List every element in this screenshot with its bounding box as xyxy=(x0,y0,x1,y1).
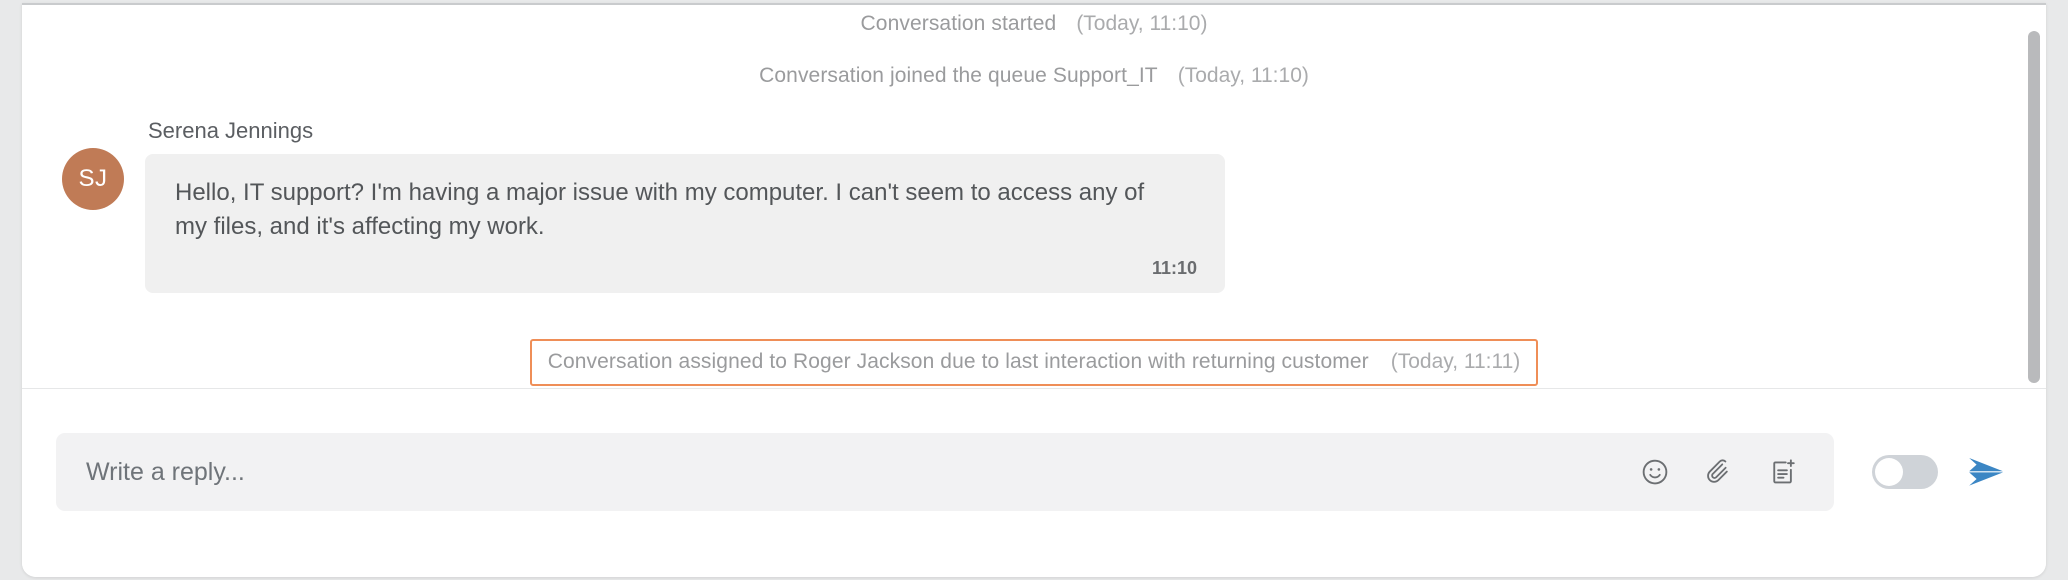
avatar: SJ xyxy=(62,148,124,210)
emoji-icon[interactable] xyxy=(1638,455,1672,489)
system-event-text: Conversation assigned to Roger Jackson d… xyxy=(547,350,1369,374)
message-content: Serena Jennings Hello, IT support? I'm h… xyxy=(145,118,1225,294)
composer-actions xyxy=(1834,452,2010,492)
reply-placeholder: Write a reply... xyxy=(86,457,245,486)
sender-name: Serena Jennings xyxy=(148,118,314,143)
composer: Write a reply... xyxy=(22,389,2046,577)
system-event-conversation-queued: Conversation joined the queue Support_IT… xyxy=(22,64,2046,88)
reply-input[interactable]: Write a reply... xyxy=(56,433,1834,511)
system-event-timestamp: (Today, 11:10) xyxy=(1076,12,1208,35)
message-bubble[interactable]: Hello, IT support? I'm having a major is… xyxy=(145,154,1225,294)
system-event-text: Conversation started xyxy=(860,12,1057,35)
message-row-inbound: SJ Serena Jennings Hello, IT support? I'… xyxy=(22,118,2046,294)
system-event-timestamp: (Today, 11:10) xyxy=(1177,64,1309,87)
note-mode-toggle[interactable] xyxy=(1872,455,1938,489)
paperclip-icon[interactable] xyxy=(1702,455,1736,489)
toggle-knob xyxy=(1875,458,1903,486)
system-event-text: Conversation joined the queue Support_IT xyxy=(759,64,1158,87)
message-list-scrollbar[interactable] xyxy=(2028,5,2040,388)
message-timestamp: 11:10 xyxy=(1151,258,1197,279)
template-add-icon[interactable] xyxy=(1766,455,1800,489)
message-text: Hello, IT support? I'm having a major is… xyxy=(175,179,1145,241)
message-list[interactable]: Conversation started (Today, 11:10) Conv… xyxy=(22,5,2046,388)
send-button[interactable] xyxy=(1964,452,2010,492)
system-event-conversation-assigned[interactable]: Conversation assigned to Roger Jackson d… xyxy=(529,339,1539,387)
conversation-page: Conversation started (Today, 11:10) Conv… xyxy=(0,0,2068,580)
system-event-conversation-assigned-wrapper: Conversation assigned to Roger Jackson d… xyxy=(22,339,2046,387)
system-event-timestamp: (Today, 11:11) xyxy=(1390,350,1521,374)
composer-icon-group xyxy=(1638,455,1804,489)
conversation-card: Conversation started (Today, 11:10) Conv… xyxy=(22,3,2046,577)
system-event-conversation-started: Conversation started (Today, 11:10) xyxy=(22,12,2046,36)
scrollbar-thumb[interactable] xyxy=(2028,31,2040,383)
left-gutter xyxy=(0,0,22,580)
